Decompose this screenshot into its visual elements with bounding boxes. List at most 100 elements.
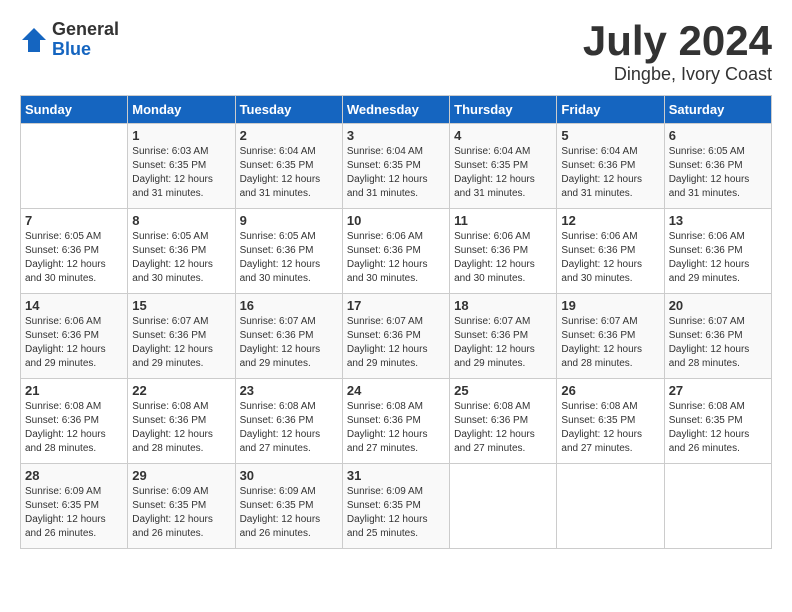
day-info: Sunrise: 6:05 AM Sunset: 6:36 PM Dayligh… [25, 230, 123, 286]
day-number: 6 [669, 128, 767, 143]
day-info: Sunrise: 6:08 AM Sunset: 6:36 PM Dayligh… [132, 400, 230, 456]
day-number: 31 [347, 468, 445, 483]
calendar-day-cell: 28 Sunrise: 6:09 AM Sunset: 6:35 PM Dayli… [21, 464, 128, 549]
day-number: 28 [25, 468, 123, 483]
day-number: 14 [25, 298, 123, 313]
calendar-header-cell: Tuesday [235, 96, 342, 124]
day-info: Sunrise: 6:08 AM Sunset: 6:35 PM Dayligh… [669, 400, 767, 456]
calendar-header-cell: Monday [128, 96, 235, 124]
calendar-header-cell: Wednesday [342, 96, 449, 124]
calendar-day-cell: 17 Sunrise: 6:07 AM Sunset: 6:36 PM Dayli… [342, 294, 449, 379]
day-number: 8 [132, 213, 230, 228]
header: General Blue July 2024 Dingbe, Ivory Coa… [20, 20, 772, 85]
day-number: 13 [669, 213, 767, 228]
calendar-header-row: SundayMondayTuesdayWednesdayThursdayFrid… [21, 96, 772, 124]
calendar-day-cell: 14 Sunrise: 6:06 AM Sunset: 6:36 PM Dayli… [21, 294, 128, 379]
day-number: 3 [347, 128, 445, 143]
day-info: Sunrise: 6:04 AM Sunset: 6:35 PM Dayligh… [454, 145, 552, 201]
calendar-day-cell: 27 Sunrise: 6:08 AM Sunset: 6:35 PM Dayli… [664, 379, 771, 464]
day-number: 29 [132, 468, 230, 483]
calendar-day-cell [21, 124, 128, 209]
day-number: 19 [561, 298, 659, 313]
calendar-day-cell: 5 Sunrise: 6:04 AM Sunset: 6:36 PM Daylig… [557, 124, 664, 209]
day-info: Sunrise: 6:05 AM Sunset: 6:36 PM Dayligh… [240, 230, 338, 286]
day-info: Sunrise: 6:09 AM Sunset: 6:35 PM Dayligh… [347, 485, 445, 541]
calendar-day-cell: 30Sunrise: 6:09 AM Sunset: 6:35 PM Dayli… [235, 464, 342, 549]
calendar-day-cell: 2Sunrise: 6:04 AM Sunset: 6:35 PM Daylig… [235, 124, 342, 209]
calendar-header-cell: Thursday [450, 96, 557, 124]
day-number: 20 [669, 298, 767, 313]
day-number: 5 [561, 128, 659, 143]
calendar-day-cell: 19 Sunrise: 6:07 AM Sunset: 6:36 PM Dayli… [557, 294, 664, 379]
calendar-day-cell: 11 Sunrise: 6:06 AM Sunset: 6:36 PM Dayli… [450, 209, 557, 294]
calendar-header-cell: Friday [557, 96, 664, 124]
calendar-day-cell: 12 Sunrise: 6:06 AM Sunset: 6:36 PM Dayli… [557, 209, 664, 294]
calendar-header-cell: Sunday [21, 96, 128, 124]
calendar-week-row: 14 Sunrise: 6:06 AM Sunset: 6:36 PM Dayli… [21, 294, 772, 379]
day-number: 17 [347, 298, 445, 313]
day-info: Sunrise: 6:06 AM Sunset: 6:36 PM Dayligh… [454, 230, 552, 286]
calendar-week-row: 28 Sunrise: 6:09 AM Sunset: 6:35 PM Dayli… [21, 464, 772, 549]
calendar-day-cell: 3 Sunrise: 6:04 AM Sunset: 6:35 PM Daylig… [342, 124, 449, 209]
day-info: Sunrise: 6:04 AM Sunset: 6:35 PM Dayligh… [347, 145, 445, 201]
day-info: Sunrise: 6:07 AM Sunset: 6:36 PM Dayligh… [454, 315, 552, 371]
day-number: 4 [454, 128, 552, 143]
day-number: 25 [454, 383, 552, 398]
calendar-week-row: 21Sunrise: 6:08 AM Sunset: 6:36 PM Dayli… [21, 379, 772, 464]
calendar-body: 1 Sunrise: 6:03 AM Sunset: 6:35 PM Daylig… [21, 124, 772, 549]
day-info: Sunrise: 6:06 AM Sunset: 6:36 PM Dayligh… [561, 230, 659, 286]
calendar-day-cell [557, 464, 664, 549]
calendar-day-cell: 20 Sunrise: 6:07 AM Sunset: 6:36 PM Dayli… [664, 294, 771, 379]
day-info: Sunrise: 6:09 AM Sunset: 6:35 PM Dayligh… [132, 485, 230, 541]
day-number: 1 [132, 128, 230, 143]
calendar-day-cell: 6Sunrise: 6:05 AM Sunset: 6:36 PM Daylig… [664, 124, 771, 209]
day-info: Sunrise: 6:07 AM Sunset: 6:36 PM Dayligh… [669, 315, 767, 371]
day-number: 12 [561, 213, 659, 228]
calendar-day-cell: 7 Sunrise: 6:05 AM Sunset: 6:36 PM Daylig… [21, 209, 128, 294]
day-number: 2 [240, 128, 338, 143]
calendar-day-cell [450, 464, 557, 549]
day-number: 18 [454, 298, 552, 313]
calendar-day-cell: 29 Sunrise: 6:09 AM Sunset: 6:35 PM Dayli… [128, 464, 235, 549]
day-number: 11 [454, 213, 552, 228]
calendar-day-cell: 18 Sunrise: 6:07 AM Sunset: 6:36 PM Dayli… [450, 294, 557, 379]
day-number: 27 [669, 383, 767, 398]
calendar-day-cell: 9 Sunrise: 6:05 AM Sunset: 6:36 PM Daylig… [235, 209, 342, 294]
calendar-day-cell: 23Sunrise: 6:08 AM Sunset: 6:36 PM Dayli… [235, 379, 342, 464]
day-info: Sunrise: 6:07 AM Sunset: 6:36 PM Dayligh… [240, 315, 338, 371]
day-number: 16 [240, 298, 338, 313]
calendar-day-cell: 22Sunrise: 6:08 AM Sunset: 6:36 PM Dayli… [128, 379, 235, 464]
day-info: Sunrise: 6:09 AM Sunset: 6:35 PM Dayligh… [240, 485, 338, 541]
day-number: 26 [561, 383, 659, 398]
day-info: Sunrise: 6:06 AM Sunset: 6:36 PM Dayligh… [25, 315, 123, 371]
calendar-day-cell: 13 Sunrise: 6:06 AM Sunset: 6:36 PM Dayli… [664, 209, 771, 294]
calendar-week-row: 1 Sunrise: 6:03 AM Sunset: 6:35 PM Daylig… [21, 124, 772, 209]
calendar-day-cell: 8Sunrise: 6:05 AM Sunset: 6:36 PM Daylig… [128, 209, 235, 294]
location-title: Dingbe, Ivory Coast [583, 64, 772, 85]
title-area: July 2024 Dingbe, Ivory Coast [583, 20, 772, 85]
day-number: 7 [25, 213, 123, 228]
day-info: Sunrise: 6:03 AM Sunset: 6:35 PM Dayligh… [132, 145, 230, 201]
logo-general: General [52, 20, 119, 40]
month-title: July 2024 [583, 20, 772, 62]
logo-blue: Blue [52, 40, 119, 60]
day-info: Sunrise: 6:07 AM Sunset: 6:36 PM Dayligh… [347, 315, 445, 371]
day-info: Sunrise: 6:06 AM Sunset: 6:36 PM Dayligh… [669, 230, 767, 286]
calendar-day-cell [664, 464, 771, 549]
day-info: Sunrise: 6:09 AM Sunset: 6:35 PM Dayligh… [25, 485, 123, 541]
calendar-table: SundayMondayTuesdayWednesdayThursdayFrid… [20, 95, 772, 549]
day-number: 9 [240, 213, 338, 228]
day-number: 23 [240, 383, 338, 398]
day-info: Sunrise: 6:07 AM Sunset: 6:36 PM Dayligh… [561, 315, 659, 371]
calendar-day-cell: 16 Sunrise: 6:07 AM Sunset: 6:36 PM Dayli… [235, 294, 342, 379]
day-info: Sunrise: 6:04 AM Sunset: 6:36 PM Dayligh… [561, 145, 659, 201]
calendar-header-cell: Saturday [664, 96, 771, 124]
calendar-week-row: 7 Sunrise: 6:05 AM Sunset: 6:36 PM Daylig… [21, 209, 772, 294]
day-info: Sunrise: 6:08 AM Sunset: 6:36 PM Dayligh… [25, 400, 123, 456]
calendar-day-cell: 25 Sunrise: 6:08 AM Sunset: 6:36 PM Dayli… [450, 379, 557, 464]
day-info: Sunrise: 6:08 AM Sunset: 6:36 PM Dayligh… [454, 400, 552, 456]
day-info: Sunrise: 6:08 AM Sunset: 6:35 PM Dayligh… [561, 400, 659, 456]
calendar-day-cell: 4 Sunrise: 6:04 AM Sunset: 6:35 PM Daylig… [450, 124, 557, 209]
calendar-day-cell: 10Sunrise: 6:06 AM Sunset: 6:36 PM Dayli… [342, 209, 449, 294]
day-info: Sunrise: 6:08 AM Sunset: 6:36 PM Dayligh… [347, 400, 445, 456]
